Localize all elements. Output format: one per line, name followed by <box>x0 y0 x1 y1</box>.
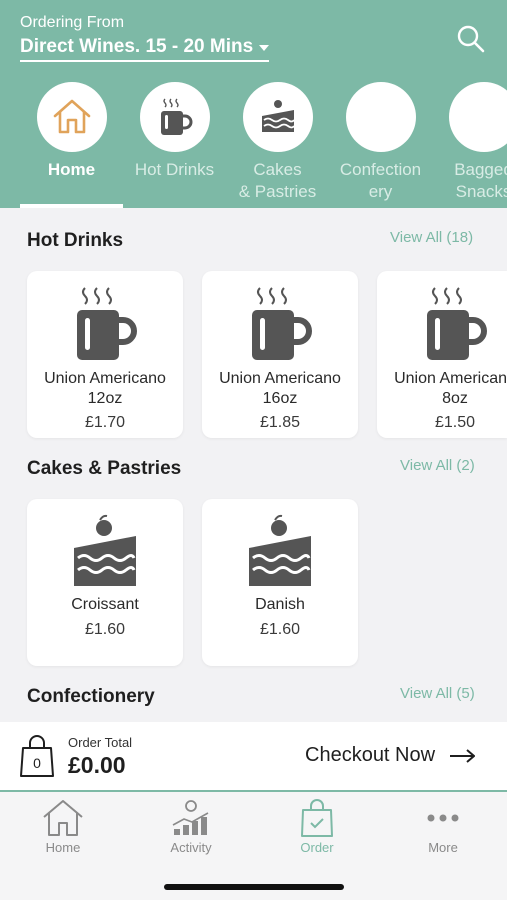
home-indicator[interactable] <box>164 884 344 890</box>
product-name: Danish <box>255 596 305 613</box>
category-home[interactable]: Home <box>20 80 123 208</box>
order-total-label: Order Total <box>68 735 133 750</box>
checkout-label: Checkout Now <box>305 744 436 766</box>
category-cakes-circle <box>242 82 313 152</box>
category-confectionery[interactable]: Confection ery <box>329 80 432 208</box>
product-card[interactable]: Danish £1.60 <box>202 499 358 666</box>
mug-icon <box>27 279 183 367</box>
category-confectionery-circle <box>345 82 416 152</box>
cake-icon <box>261 100 295 132</box>
product-name: Croissant <box>71 596 139 613</box>
cake-icon <box>202 507 358 595</box>
category-label: Hot Drinks <box>134 160 215 179</box>
order-summary-bar: 0 Order Total £0.00 Checkout Now <box>0 722 507 790</box>
header: Ordering From Direct Wines. 15 - 20 Mins… <box>0 0 507 208</box>
product-price: £1.60 <box>84 621 126 638</box>
category-home-circle <box>36 82 107 152</box>
category-hot-drinks-circle <box>139 82 210 152</box>
section-title-cakes-pastries: Cakes & Pastries <box>27 458 182 479</box>
product-card[interactable]: Union Americano 16oz £1.85 <box>202 271 358 438</box>
basket-button[interactable]: 0 <box>20 734 54 778</box>
shopping-bag-icon: 0 <box>20 735 54 777</box>
product-price: £1.85 <box>259 414 301 431</box>
tab-order[interactable]: Order <box>267 798 367 858</box>
search-icon <box>457 25 485 53</box>
mug-icon <box>377 279 507 367</box>
category-bagged-snacks-circle <box>448 82 507 152</box>
ordering-from-label: Ordering From <box>20 14 125 31</box>
view-all-cakes-link[interactable]: View All (2) <box>400 457 475 474</box>
cake-icon <box>27 507 183 595</box>
section-title-confectionery: Confectionery <box>27 686 155 707</box>
tab-label: Activity <box>170 840 212 855</box>
store-selector[interactable]: Direct Wines. 15 - 20 Mins <box>20 36 270 62</box>
checkout-now-button[interactable]: Checkout Now <box>305 744 476 767</box>
category-cakes-pastries[interactable]: Cakes & Pastries <box>226 80 329 208</box>
mug-icon <box>160 98 192 135</box>
category-label: Confection ery <box>339 160 422 201</box>
tab-label: Order <box>300 840 334 855</box>
order-total-value: £0.00 <box>68 752 126 778</box>
mug-icon <box>202 279 358 367</box>
tab-label: Home <box>45 840 81 855</box>
product-card[interactable]: Croissant £1.60 <box>27 499 183 666</box>
category-bagged-snacks[interactable]: Bagged Snacks <box>432 80 507 208</box>
tab-home[interactable]: Home <box>13 798 113 858</box>
home-tab-icon <box>43 800 83 836</box>
tab-label: More <box>428 840 458 855</box>
product-name: Union Americano 16oz <box>219 370 341 407</box>
category-hot-drinks[interactable]: Hot Drinks <box>123 80 226 208</box>
active-category-underline <box>20 204 123 208</box>
category-label: Home <box>47 160 96 179</box>
chevron-down-icon <box>259 45 270 51</box>
category-label: Cakes & Pastries <box>238 160 317 201</box>
category-carousel[interactable]: Home Hot Drinks Cakes & Pastries Confect… <box>0 80 507 208</box>
product-price: £1.50 <box>434 414 476 431</box>
product-price: £1.70 <box>84 414 126 431</box>
product-price: £1.60 <box>259 621 301 638</box>
bag-count: 0 <box>33 755 41 771</box>
more-icon <box>427 814 459 822</box>
search-button[interactable] <box>456 24 486 54</box>
product-name: Union Americano 12oz <box>44 370 166 407</box>
tab-more[interactable]: More <box>393 798 493 858</box>
product-card[interactable]: Union Americano 8oz £1.50 <box>377 271 507 438</box>
store-name: Direct Wines. 15 - 20 Mins <box>20 36 254 57</box>
activity-icon <box>172 800 209 835</box>
arrow-right-icon <box>450 748 476 763</box>
product-name: Union Americano 8oz <box>394 370 507 407</box>
product-card[interactable]: Union Americano 12oz £1.70 <box>27 271 183 438</box>
tab-activity[interactable]: Activity <box>141 798 241 858</box>
view-all-confectionery-link[interactable]: View All (5) <box>400 685 475 702</box>
category-label: Bagged Snacks <box>454 160 507 201</box>
section-title-hot-drinks: Hot Drinks <box>27 230 124 251</box>
order-bag-icon <box>301 799 333 837</box>
view-all-hot-drinks-link[interactable]: View All (18) <box>390 229 473 246</box>
house-icon <box>53 99 90 134</box>
